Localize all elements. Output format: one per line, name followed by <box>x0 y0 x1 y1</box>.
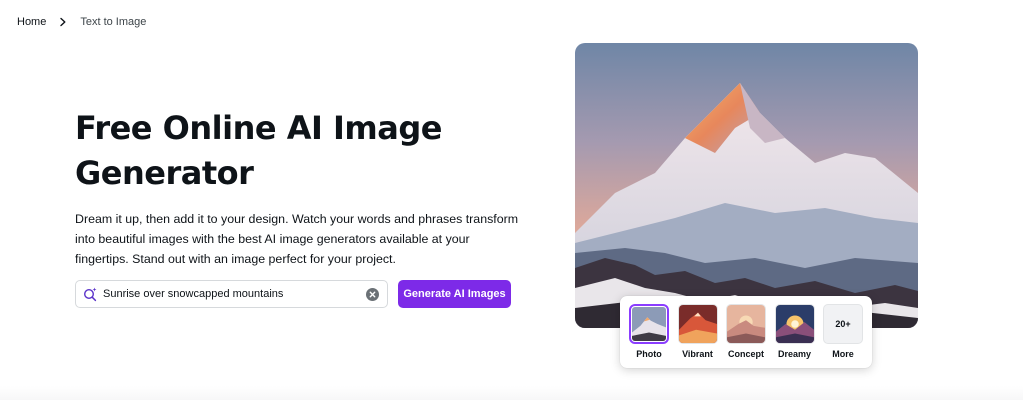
style-label-concept: Concept <box>728 349 764 359</box>
style-picker: Photo Vibrant Concept Dreamy 20+ More <box>620 296 872 368</box>
prompt-input[interactable] <box>98 288 366 300</box>
vibrant-thumbnail <box>678 305 717 343</box>
style-thumb-vibrant <box>677 304 718 344</box>
text-to-image-page: Home Text to Image Free Online AI Image … <box>0 0 1023 400</box>
prompt-field[interactable] <box>75 280 388 308</box>
style-option-more[interactable]: 20+ More <box>822 304 864 359</box>
style-label-more: More <box>832 349 854 359</box>
style-option-dreamy[interactable]: Dreamy <box>774 304 816 359</box>
style-option-vibrant[interactable]: Vibrant <box>677 304 719 359</box>
preview-image <box>575 43 918 328</box>
style-thumb-dreamy <box>774 304 815 344</box>
mountain-sunrise-image <box>575 43 918 328</box>
clear-icon <box>369 291 376 297</box>
style-thumb-concept <box>726 304 766 344</box>
photo-thumbnail <box>632 307 666 341</box>
dreamy-thumbnail <box>775 305 814 343</box>
style-label-photo: Photo <box>636 349 662 359</box>
clear-prompt-button[interactable] <box>366 287 379 301</box>
chevron-right-icon <box>60 17 66 27</box>
section-divider <box>0 386 1023 400</box>
concept-thumbnail <box>727 305 765 343</box>
magic-search-icon <box>83 287 97 302</box>
style-option-concept[interactable]: Concept <box>725 304 767 359</box>
style-thumb-photo <box>629 304 669 344</box>
style-label-dreamy: Dreamy <box>777 349 812 359</box>
style-option-photo[interactable]: Photo <box>628 304 670 359</box>
breadcrumb-current: Text to Image <box>80 16 147 28</box>
breadcrumb: Home Text to Image <box>17 16 146 28</box>
generate-ai-images-button[interactable]: Generate AI Images <box>398 280 511 308</box>
hero-description: Dream it up, then add it to your design.… <box>75 212 519 266</box>
style-label-vibrant: Vibrant <box>682 349 713 359</box>
breadcrumb-home-link[interactable]: Home <box>17 16 46 28</box>
more-styles-badge: 20+ <box>823 304 863 344</box>
page-title: Free Online AI Image Generator <box>75 109 442 192</box>
